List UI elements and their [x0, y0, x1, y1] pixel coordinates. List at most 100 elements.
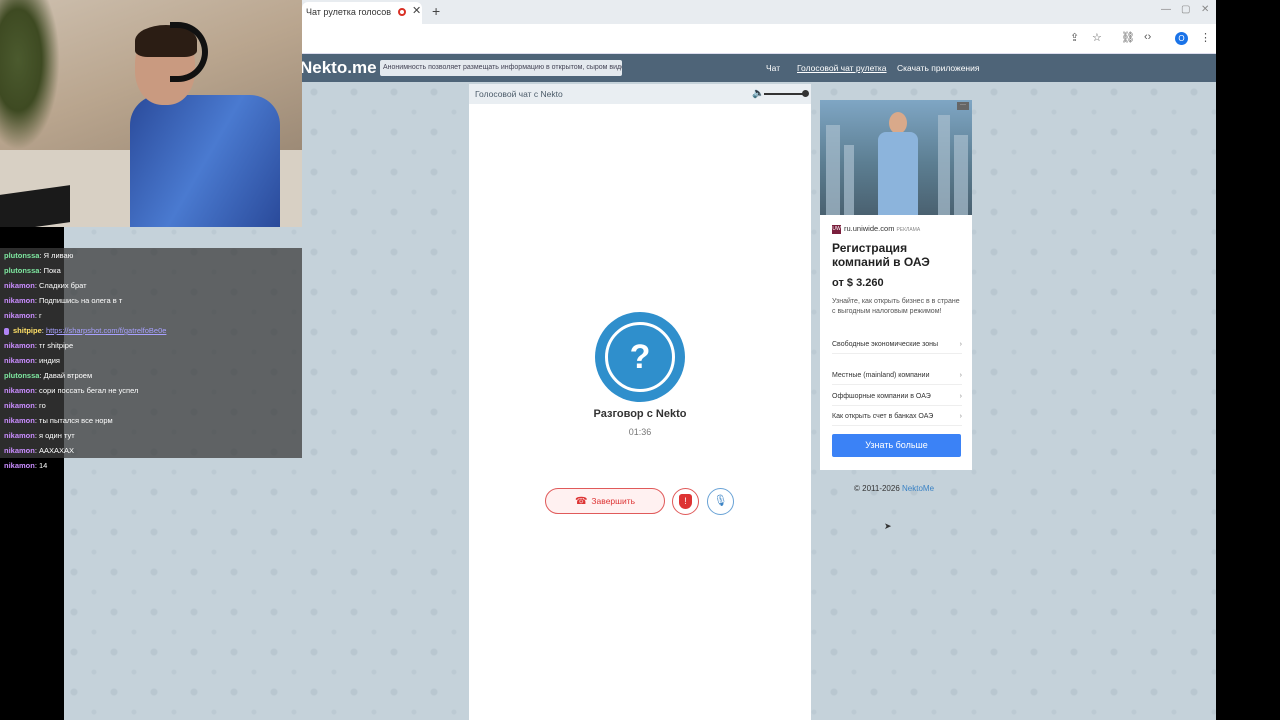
chat-username[interactable]: nikamon — [4, 356, 35, 365]
chat-message: plutonssa: Пока — [0, 263, 302, 278]
chat-text: : Пока — [39, 266, 61, 275]
ad-domain[interactable]: UW ru.uniwide.com РЕКЛАМА — [832, 224, 920, 234]
webcam-overlay — [0, 0, 302, 227]
chat-text: : индия — [34, 356, 60, 365]
ad-description: Узнайте, как открыть бизнес в в стране с… — [832, 298, 960, 315]
chat-message: nikamon: Подпишись на олега в т — [0, 293, 302, 308]
chat-text: : сори поссать бегал не успел — [34, 386, 139, 395]
bookmark-star-icon[interactable]: ☆ — [1092, 31, 1102, 44]
volume-slider-handle[interactable] — [802, 90, 809, 97]
chat-username[interactable]: nikamon — [4, 281, 35, 290]
chat-message: nikamon: индия — [0, 353, 302, 368]
chevron-right-icon: › — [959, 341, 962, 348]
end-call-button[interactable]: ☎ Завершить — [545, 488, 665, 514]
chat-text: : ты пытался все норм — [34, 416, 113, 425]
microphone-icon: 🎙 — [713, 495, 728, 507]
chat-username[interactable]: nikamon — [4, 446, 35, 455]
footer-brand-link[interactable]: NektoMe — [902, 484, 934, 493]
chat-text: : Я ливаю — [39, 251, 74, 260]
site-logo[interactable]: Nekto.me — [300, 58, 377, 78]
chat-message: nikamon: г — [0, 308, 302, 323]
link-icon[interactable]: ⛓ — [1121, 31, 1135, 44]
chat-text: : го — [34, 401, 46, 410]
end-call-label: Завершить — [591, 496, 636, 506]
report-button[interactable]: ! — [672, 488, 699, 515]
advertiser-logo: UW — [832, 224, 841, 234]
chat-username[interactable]: plutonssa — [4, 266, 39, 275]
microphone-button[interactable]: 🎙 — [707, 488, 734, 515]
minimize-icon[interactable]: — — [1161, 4, 1171, 15]
maximize-icon[interactable]: ▢ — [1181, 4, 1190, 15]
chat-message: nikamon: го — [0, 398, 302, 413]
chat-text: : г — [34, 311, 42, 320]
code-icon[interactable]: ‹› — [1144, 31, 1151, 43]
chat-message: nikamon: сори поссать бегал не успел — [0, 383, 302, 398]
chat-link[interactable]: https://sharpshot.com/f/gatrelfoBe0e — [46, 326, 166, 335]
streamer-shirt — [130, 95, 280, 227]
ad-title[interactable]: Регистрация компаний в ОАЭ — [832, 241, 967, 269]
chat-username[interactable]: nikamon — [4, 401, 35, 410]
nav-download-apps[interactable]: Скачать приложения — [897, 63, 979, 73]
chat-text: : ААХАХАХ — [34, 446, 75, 455]
chat-text: : я один тут — [34, 431, 75, 440]
chat-text: : 14 — [34, 461, 48, 470]
voice-chat-panel: Голосовой чат с Nekto 🔈 ? Разговор с Nek… — [469, 84, 811, 720]
site-notice: Анонимность позволяет размещать информац… — [380, 60, 622, 76]
conversation-title: Разговор с Nekto — [593, 408, 687, 420]
ad-link[interactable]: Свободные экономические зоны › — [832, 340, 962, 354]
chat-username[interactable]: nikamon — [4, 431, 35, 440]
chat-message: plutonssa: Я ливаю — [0, 248, 302, 263]
ad-label: РЕКЛАМА — [896, 227, 921, 233]
advertisement[interactable]: ··· UW ru.uniwide.com РЕКЛАМА Регистрация … — [820, 100, 972, 470]
browser-menu-icon[interactable]: ⋮ — [1200, 31, 1211, 44]
ad-menu-icon[interactable]: ··· — [957, 102, 969, 110]
chat-username[interactable]: plutonssa — [4, 371, 39, 380]
phone-hangup-icon: ☎ — [574, 496, 588, 507]
chevron-right-icon: › — [959, 372, 962, 379]
volume-icon[interactable]: 🔈 — [752, 88, 764, 99]
shield-alert-icon: ! — [679, 494, 692, 509]
partner-avatar: ? — [595, 312, 685, 402]
install-app-icon[interactable]: ⇪ — [1070, 31, 1079, 44]
tab-title: Чат рулетка голосов — [306, 7, 391, 17]
chat-message: nikamon: ААХАХАХ — [0, 443, 302, 458]
recording-icon — [398, 8, 406, 16]
chat-text: : Сладких брат — [34, 281, 87, 290]
chat-message: shitpipe: https://sharpshot.com/f/gatrel… — [0, 323, 302, 338]
chat-username[interactable]: nikamon — [4, 296, 35, 305]
screen: Чат рулетка голосов ✕ + — ▢ ✕ ⇪ ☆ ⛓ ‹› O… — [0, 0, 1280, 720]
tab-close-icon[interactable]: ✕ — [412, 4, 421, 17]
question-icon: ? — [605, 322, 675, 392]
subscriber-badge-icon — [4, 327, 9, 335]
volume-slider[interactable] — [764, 93, 804, 95]
chat-username[interactable]: shitpipe — [13, 326, 42, 335]
ad-image[interactable] — [820, 100, 972, 215]
ad-cta-button[interactable]: Узнать больше — [832, 434, 961, 457]
chat-username[interactable]: nikamon — [4, 341, 35, 350]
nav-voice-chat[interactable]: Голосовой чат рулетка — [797, 63, 887, 73]
profile-avatar[interactable]: O — [1175, 32, 1188, 45]
chat-username[interactable]: nikamon — [4, 386, 35, 395]
nav-chat[interactable]: Чат — [766, 63, 780, 73]
ad-link[interactable]: Местные (mainland) компании › — [832, 371, 962, 385]
ad-link[interactable]: Оффшорные компании в ОАЭ › — [832, 392, 962, 406]
chat-message: nikamon: 14 — [0, 458, 302, 473]
plant — [0, 0, 60, 150]
chat-username[interactable]: nikamon — [4, 416, 35, 425]
ad-link[interactable]: Как открыть счет в банках ОАЭ › — [832, 412, 962, 426]
chevron-right-icon: › — [959, 413, 962, 420]
chat-message: nikamon: тг shitpipe — [0, 338, 302, 353]
chevron-right-icon: › — [959, 393, 962, 400]
chat-username[interactable]: plutonssa — [4, 251, 39, 260]
chat-username[interactable]: nikamon — [4, 461, 35, 470]
chat-text: : тг shitpipe — [34, 341, 74, 350]
stream-chat-overlay: plutonssa: Я ливаю plutonssa: Пока nikamon… — [0, 248, 302, 472]
chat-username[interactable]: nikamon — [4, 311, 35, 320]
chat-message: nikamon: Сладких брат — [0, 278, 302, 293]
chat-text: : Давай втроем — [39, 371, 93, 380]
new-tab-icon[interactable]: + — [432, 3, 440, 19]
headset-icon — [170, 22, 208, 82]
chat-message: plutonssa: Давай втроем — [0, 368, 302, 383]
footer-copyright: © 2011-2026 NektoMe — [854, 484, 935, 493]
window-close-icon[interactable]: ✕ — [1201, 4, 1209, 15]
